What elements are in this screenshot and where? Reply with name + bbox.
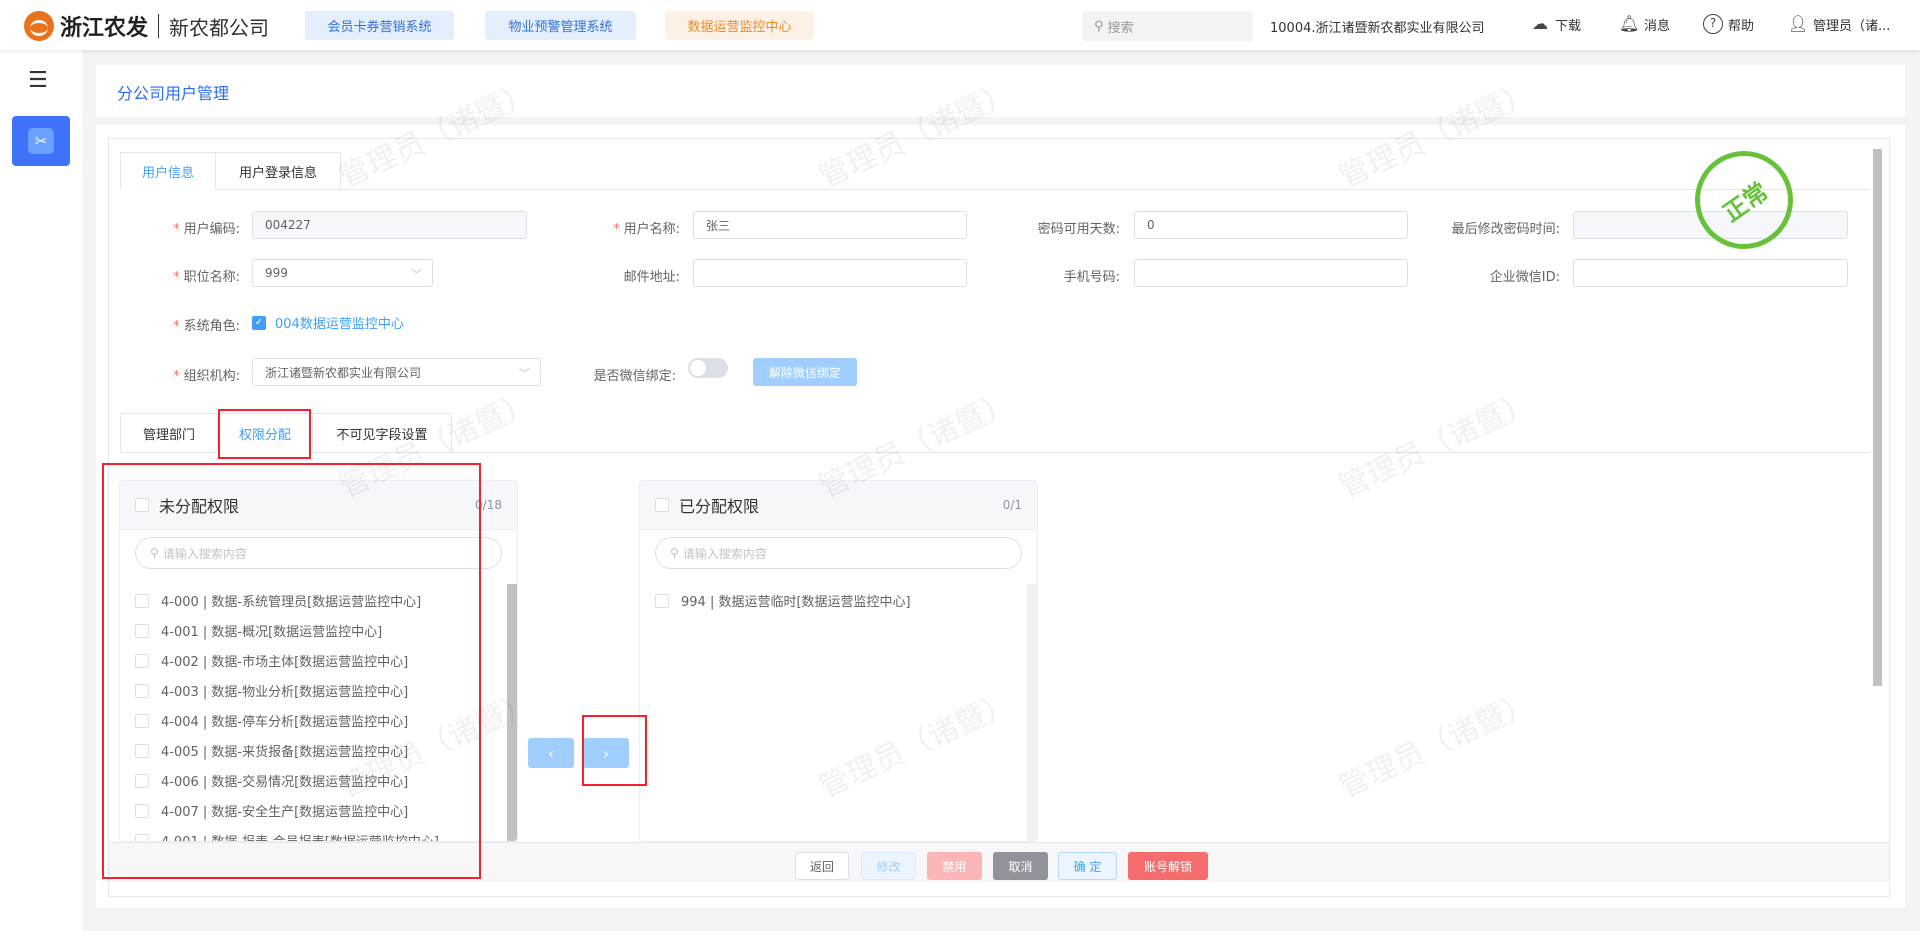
pwd-days-field[interactable]: 0 (1134, 211, 1408, 239)
page-scrollbar[interactable] (1873, 149, 1882, 686)
messages-label: 消息 (1644, 18, 1671, 34)
unlock-account-button[interactable]: 账号解锁 (1128, 852, 1208, 880)
logo-icon (24, 11, 54, 41)
system-property-warning[interactable]: 物业预警管理系统 (485, 11, 636, 40)
phone-label: 手机号码: (1063, 270, 1120, 285)
list-scrollbar[interactable] (507, 584, 517, 841)
user-label: 管理员（诸... (1813, 18, 1891, 34)
required-mark: * (173, 270, 180, 285)
required-mark: * (173, 222, 180, 237)
user-menu[interactable]: 👤︎ 管理员（诸... (1788, 14, 1890, 34)
user-code-label: * 用户编码: (80, 218, 240, 237)
panel-count: 0/1 (1002, 498, 1022, 512)
item-label: 994 | 数据运营临时[数据运营监控中心] (681, 595, 911, 610)
email-field[interactable] (693, 259, 967, 287)
list-scrollbar[interactable] (1027, 584, 1037, 841)
help-button[interactable]: ? 帮助 (1703, 14, 1754, 34)
user-icon: 👤︎ (1788, 14, 1809, 33)
sidebar-item-tools[interactable]: ✂ (12, 116, 70, 166)
tabs-divider (120, 189, 1870, 190)
page-title-bar: 分公司用户管理 (96, 65, 1905, 117)
bell-icon: 🔔︎ (1619, 14, 1640, 33)
user-name-label: * 用户名称: (520, 218, 680, 237)
search-icon: ⚲ (670, 546, 679, 560)
page-title: 分公司用户管理 (117, 84, 230, 103)
edit-button[interactable]: 修改 (861, 852, 916, 880)
search-icon: ⚲ (1094, 18, 1104, 34)
required-mark: * (173, 369, 180, 384)
label-text: 用户编码: (183, 222, 240, 237)
logo-sub-text: 新农都公司 (169, 15, 270, 40)
help-icon: ? (1703, 14, 1723, 34)
logo-divider (158, 14, 160, 38)
messages-button[interactable]: 🔔︎ 消息 (1619, 14, 1670, 34)
menu-toggle-icon[interactable]: ☰ (28, 68, 48, 93)
phone-field[interactable] (1134, 259, 1408, 287)
download-button[interactable]: ☁ 下载 (1530, 14, 1581, 34)
org-label: * 组织机构: (80, 365, 240, 384)
role-option: 004数据运营监控中心 (275, 317, 404, 332)
logo-main-text: 浙江农发 (60, 16, 149, 41)
wechat-id-label: 企业微信ID: (1489, 270, 1560, 285)
label-text: 用户名称: (623, 222, 680, 237)
back-button[interactable]: 返回 (795, 852, 849, 880)
item-checkbox[interactable] (655, 593, 669, 608)
org-value: 浙江诸暨新农都实业有限公司 (265, 365, 422, 380)
select-all-checkbox[interactable] (655, 498, 669, 512)
search-placeholder: 请输入搜索内容 (682, 546, 767, 561)
highlight-permission-tab (218, 409, 311, 459)
cloud-download-icon: ☁ (1532, 14, 1548, 33)
download-label: 下载 (1555, 18, 1582, 34)
wechat-bind-label: 是否微信绑定: (593, 369, 676, 384)
system-member-card[interactable]: 会员卡券营销系统 (305, 11, 454, 40)
confirm-button[interactable]: 确 定 (1058, 852, 1117, 880)
last-pwd-label: 最后修改密码时间: (1451, 222, 1560, 237)
tools-icon: ✂ (28, 128, 54, 154)
tab-user-info[interactable]: 用户信息 (120, 152, 216, 190)
assigned-panel: 已分配权限 0/1 ⚲ 请输入搜索内容 994 | 数据运营临时[数据运营监控中心] (639, 480, 1038, 842)
tab-hidden-fields[interactable]: 不可见字段设置 (312, 413, 452, 453)
disable-button[interactable]: 禁用 (927, 852, 982, 880)
tab-login-info[interactable]: 用户登录信息 (215, 152, 341, 190)
user-code-field[interactable]: 004227 (252, 211, 527, 239)
highlight-unassigned (102, 463, 481, 879)
org-select[interactable]: 浙江诸暨新农都实业有限公司 ﹀ (252, 358, 541, 386)
wechat-bind-toggle[interactable] (688, 358, 728, 378)
search-placeholder: 搜索 (1107, 20, 1134, 36)
panel-title: 已分配权限 (679, 497, 760, 516)
pwd-days-label: 密码可用天数: (1037, 222, 1120, 237)
transfer-list-item[interactable]: 994 | 数据运营临时[数据运营监控中心] (655, 591, 911, 610)
required-mark: * (613, 222, 620, 237)
required-mark: * (173, 319, 180, 334)
company-name: 10004.浙江诸暨新农都实业有限公司 (1270, 21, 1485, 36)
position-select[interactable]: 999 ﹀ (252, 259, 433, 287)
help-label: 帮助 (1728, 18, 1755, 34)
panel-header: 已分配权限 0/1 (640, 481, 1037, 530)
search-input[interactable]: ⚲ 搜索 (1082, 11, 1253, 41)
cancel-button[interactable]: 取消 (993, 852, 1048, 880)
label-text: 系统角色: (183, 319, 240, 334)
system-data-monitor[interactable]: 数据运营监控中心 (665, 11, 814, 40)
wechat-id-field[interactable] (1573, 259, 1848, 287)
top-header: 浙江农发 新农都公司 会员卡券营销系统 物业预警管理系统 数据运营监控中心 ⚲ 搜… (0, 0, 1920, 50)
chevron-down-icon: ﹀ (411, 268, 422, 281)
move-left-button[interactable]: ‹ (528, 738, 574, 768)
tab-manage-dept[interactable]: 管理部门 (120, 413, 218, 453)
label-text: 职位名称: (183, 270, 240, 285)
role-checkbox[interactable]: ✓ 004数据运营监控中心 (252, 313, 404, 332)
logo[interactable]: 浙江农发 新农都公司 (24, 10, 269, 42)
panel-search-input[interactable]: ⚲ 请输入搜索内容 (655, 537, 1022, 569)
role-label: * 系统角色: (80, 315, 240, 334)
label-text: 组织机构: (183, 369, 240, 384)
position-value: 999 (265, 266, 288, 280)
email-label: 邮件地址: (623, 270, 680, 285)
user-name-field[interactable]: 张三 (693, 211, 967, 239)
checkbox-checked-icon: ✓ (252, 315, 266, 330)
highlight-move-right (582, 715, 647, 786)
sidebar: ☰ ✂ (0, 50, 82, 931)
position-label: * 职位名称: (80, 266, 240, 285)
unbind-wechat-button[interactable]: 解除微信绑定 (753, 358, 857, 386)
